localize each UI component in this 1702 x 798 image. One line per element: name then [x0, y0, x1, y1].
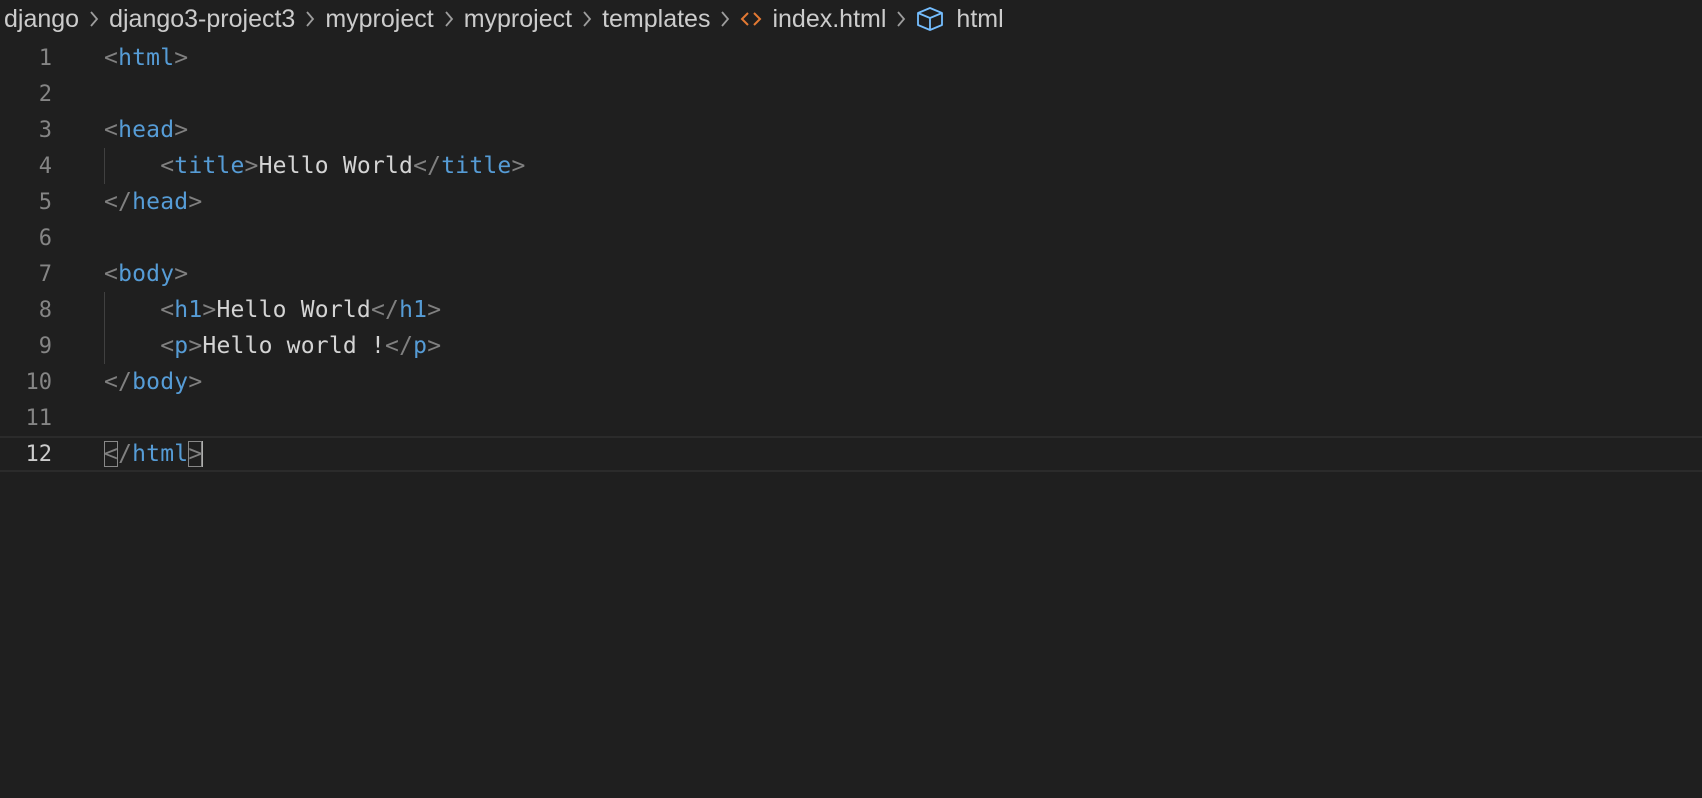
line-number: 5	[38, 189, 52, 215]
breadcrumb: django django3-project3 myproject myproj…	[0, 0, 1702, 38]
chevron-right-icon	[886, 0, 916, 38]
line-number: 10	[25, 369, 53, 395]
code-content: <body>	[104, 261, 189, 287]
code-content: <p>Hello world !</p>	[160, 333, 442, 359]
breadcrumb-item-django[interactable]: django	[0, 5, 79, 34]
code-content: </body>	[104, 369, 203, 395]
line-number: 1	[38, 45, 52, 71]
code-editor[interactable]: 1 <html> 2 3 <head> 4 <title>Hello World…	[0, 40, 1702, 798]
chevron-right-icon	[295, 0, 325, 38]
code-line[interactable]: 10 </body>	[0, 364, 1702, 400]
line-number: 4	[38, 153, 52, 179]
code-line[interactable]: 6	[0, 220, 1702, 256]
code-content: <title>Hello World</title>	[160, 153, 526, 179]
line-number: 6	[38, 225, 52, 251]
code-line[interactable]: 9 <p>Hello world !</p>	[0, 328, 1702, 364]
code-content: </html>	[104, 440, 204, 468]
code-line[interactable]: 7 <body>	[0, 256, 1702, 292]
breadcrumb-item-django3-project3[interactable]: django3-project3	[109, 5, 295, 34]
line-number: 12	[25, 441, 53, 467]
code-line[interactable]: 11	[0, 400, 1702, 436]
breadcrumb-item-file[interactable]: index.html	[740, 5, 886, 34]
breadcrumb-item-templates[interactable]: templates	[602, 5, 710, 34]
code-content: <head>	[104, 117, 189, 143]
breadcrumb-item-myproject[interactable]: myproject	[325, 5, 433, 34]
chevron-right-icon	[79, 0, 109, 38]
code-line[interactable]: 5 </head>	[0, 184, 1702, 220]
breadcrumb-item-myproject-inner[interactable]: myproject	[464, 5, 572, 34]
code-line[interactable]: 3 <head>	[0, 112, 1702, 148]
code-content: <h1>Hello World</h1>	[160, 297, 442, 323]
bracket-match-highlight: >	[188, 440, 203, 467]
html-file-icon	[740, 10, 762, 28]
code-content: <html>	[104, 45, 189, 71]
code-line[interactable]: 1 <html>	[0, 40, 1702, 76]
chevron-right-icon	[572, 0, 602, 38]
line-number: 3	[38, 117, 52, 143]
code-content: </head>	[104, 189, 203, 215]
line-number: 7	[38, 261, 52, 287]
line-number: 11	[25, 405, 53, 431]
bracket-match-highlight: <	[104, 440, 119, 467]
line-number: 8	[38, 297, 52, 323]
line-number: 2	[38, 81, 52, 107]
code-line[interactable]: 2	[0, 76, 1702, 112]
code-line[interactable]: 8 <h1>Hello World</h1>	[0, 292, 1702, 328]
cube-icon	[916, 6, 944, 32]
chevron-right-icon	[434, 0, 464, 38]
breadcrumb-symbol-label: html	[956, 4, 1004, 33]
line-number: 9	[38, 333, 52, 359]
chevron-right-icon	[710, 0, 740, 38]
breadcrumb-item-symbol[interactable]: html	[916, 4, 1004, 34]
code-line[interactable]: 4 <title>Hello World</title>	[0, 148, 1702, 184]
text-cursor	[201, 441, 204, 468]
breadcrumb-file-label: index.html	[772, 4, 887, 33]
code-line-current[interactable]: 12 </html>	[0, 436, 1702, 472]
